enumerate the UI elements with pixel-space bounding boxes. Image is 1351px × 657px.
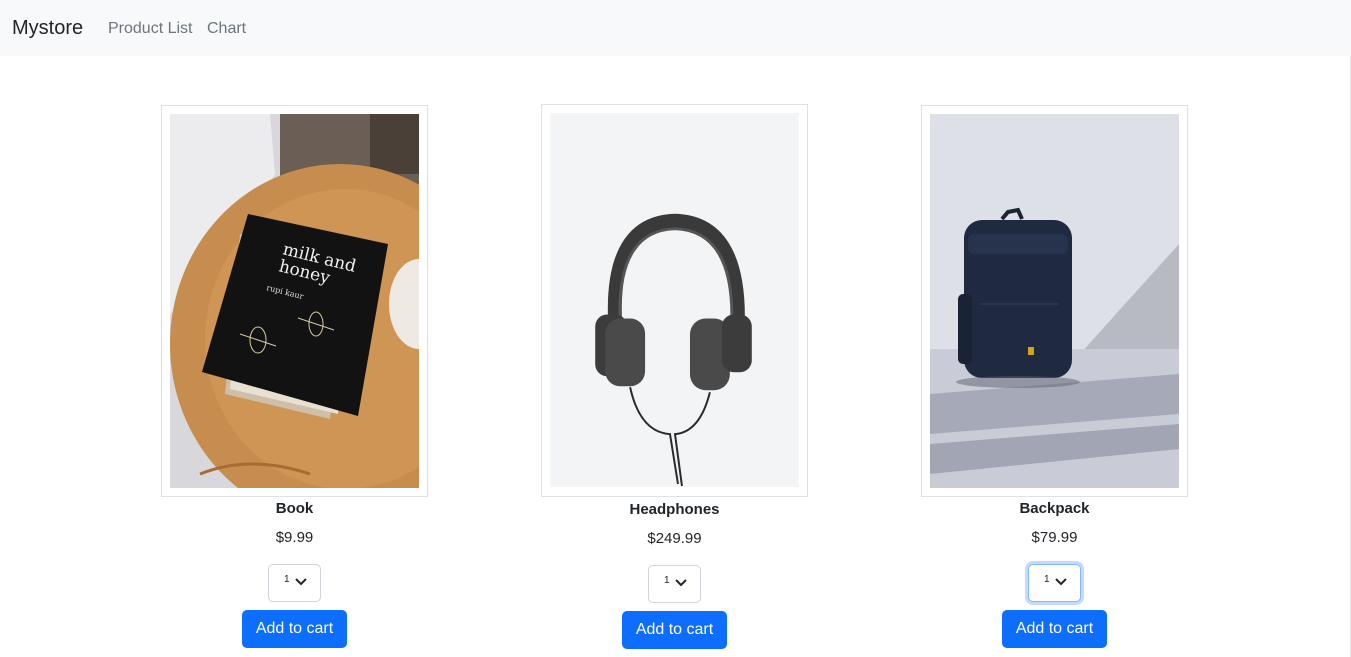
product-image-frame[interactable]: [541, 104, 808, 497]
product-price: $9.99: [275, 529, 314, 546]
navbar: Mystore Product List Chart: [0, 0, 1351, 56]
product-image-frame[interactable]: milk and honey rupi kaur: [161, 105, 428, 497]
product-name: Backpack: [1019, 500, 1090, 517]
add-to-cart-button[interactable]: Add to cart: [622, 611, 727, 649]
chevron-down-icon: [295, 578, 307, 586]
quantity-select[interactable]: 1: [268, 564, 321, 602]
chevron-down-icon: [1055, 578, 1067, 586]
product-name: Book: [275, 500, 314, 517]
quantity-value: 1: [664, 575, 670, 586]
quantity-select[interactable]: 1: [648, 565, 701, 603]
add-to-cart-button[interactable]: Add to cart: [242, 610, 347, 648]
product-price: $249.99: [647, 530, 702, 547]
headphones-photo: [550, 113, 799, 488]
book-photo: milk and honey rupi kaur: [170, 114, 419, 488]
product-image-frame[interactable]: [921, 105, 1188, 497]
quantity-value: 1: [1044, 574, 1050, 585]
quantity-select[interactable]: 1: [1028, 564, 1081, 602]
headphones-photo-art: [550, 113, 799, 487]
book-photo-art: milk and honey rupi kaur: [170, 114, 419, 488]
product-price: $79.99: [1031, 529, 1078, 546]
backpack-photo-art: [930, 114, 1179, 488]
quantity-value: 1: [284, 574, 290, 585]
brand-link[interactable]: Mystore: [12, 16, 83, 40]
chevron-down-icon: [675, 579, 687, 587]
backpack-photo: [930, 114, 1179, 488]
nav-link-product-list[interactable]: Product List: [108, 19, 192, 38]
nav-link-chart[interactable]: Chart: [207, 19, 246, 38]
product-name: Headphones: [629, 501, 720, 518]
add-to-cart-button[interactable]: Add to cart: [1002, 610, 1107, 648]
